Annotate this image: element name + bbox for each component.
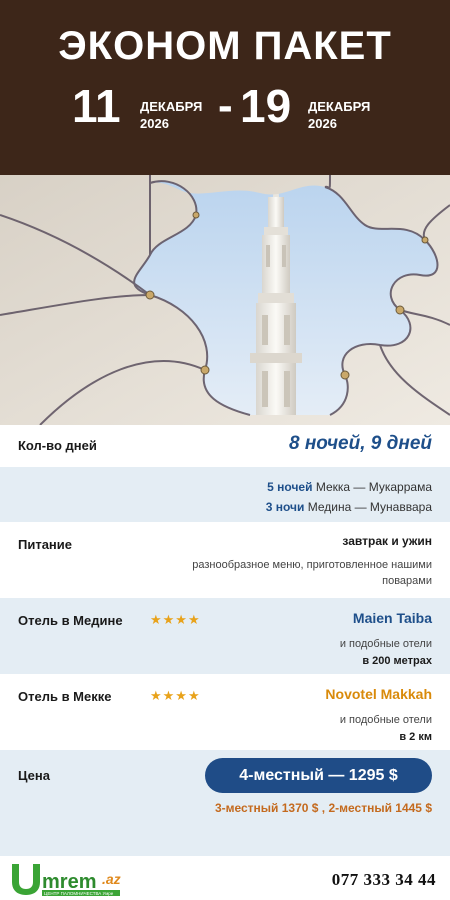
price-row: Цена 4-местный — 1295 $ 3-местный 1370 $… [0, 750, 450, 856]
hotel-medina-note: и подобные отели [339, 638, 432, 650]
footer: mrem .az ЦЕНТР ПАЛОМНИЧЕСТВА Умре 077 33… [0, 856, 450, 900]
mosque-photo [0, 175, 450, 425]
start-year: 2026 [140, 116, 169, 131]
medina-nights-line: 3 ночи Медина — Мунаввара [266, 500, 432, 514]
umrem-logo[interactable]: mrem .az ЦЕНТР ПАЛОМНИЧЕСТВА Умре [8, 858, 148, 898]
hotel-mecca-row: Отель в Мекке ★★★★ Novotel Makkah и подо… [0, 674, 450, 750]
duration-label: Кол-во дней [18, 438, 97, 453]
header-banner: ЭКОНОМ ПАКЕТ 11 ДЕКАБРЯ 2026 - 19 ДЕКАБР… [0, 0, 450, 175]
logo-tagline: ЦЕНТР ПАЛОМНИЧЕСТВА Умре [44, 891, 114, 896]
hotel-mecca-label: Отель в Мекке [18, 689, 112, 704]
logo-wordmark: mrem [42, 871, 96, 893]
date-separator: - [218, 81, 233, 130]
food-label: Питание [18, 537, 73, 552]
hotel-medina-distance: в 200 метрах [362, 655, 432, 667]
mecca-city: Мекка — Мукаррама [315, 480, 432, 494]
medina-nights: 3 ночи [265, 500, 305, 514]
end-day: 19 [240, 80, 292, 132]
package-title: ЭКОНОМ ПАКЕТ [58, 24, 392, 68]
duration-row: Кол-во дней 8 ночей, 9 дней [0, 425, 450, 467]
hotel-medina-row: Отель в Медине ★★★★ Maien Taiba и подобн… [0, 598, 450, 674]
hotel-medina-note-block: и подобные отели в 200 метрах [340, 636, 432, 670]
food-note: разнообразное меню, приготовленное нашим… [192, 559, 432, 587]
food-row: Питание завтрак и ужин разнообразное мен… [0, 522, 450, 598]
minaret-umbrella-illustration [0, 175, 450, 425]
hotel-mecca-note-block: и подобные отели в 2 км [340, 712, 432, 746]
mecca-nights: 5 ночей [267, 480, 313, 494]
hotel-medina-name: Maien Taiba [352, 610, 432, 626]
hotel-mecca-distance: в 2 км [399, 731, 432, 743]
hotel-mecca-note: и подобные отели [339, 714, 432, 726]
mecca-nights-line: 5 ночей Мекка — Мукаррама [267, 480, 432, 494]
end-month: ДЕКАБРЯ [308, 99, 371, 114]
price-label: Цена [18, 768, 50, 783]
hotel-mecca-stars: ★★★★ [150, 688, 201, 703]
duration-value: 8 ночей, 9 дней [288, 433, 432, 454]
price-main-badge: 4-местный — 1295 $ [205, 758, 432, 793]
end-year: 2026 [308, 116, 337, 131]
hotel-medina-stars: ★★★★ [150, 612, 201, 627]
start-month: ДЕКАБРЯ [140, 99, 203, 114]
price-alternatives: 3-местный 1370 $ , 2-местный 1445 $ [214, 801, 432, 815]
logo-suffix: .az [102, 871, 121, 887]
medina-city: Медина — Мунаввара [307, 500, 432, 514]
hotel-medina-label: Отель в Медине [18, 613, 123, 628]
phone-number[interactable]: 077 333 34 44 [332, 870, 436, 890]
nights-breakdown-row: 5 ночей Мекка — Мукаррама 3 ночи Медина … [0, 467, 450, 522]
hotel-mecca-name: Novotel Makkah [325, 686, 432, 702]
start-day: 11 [72, 80, 121, 132]
food-value: завтрак и ужин [342, 534, 432, 548]
